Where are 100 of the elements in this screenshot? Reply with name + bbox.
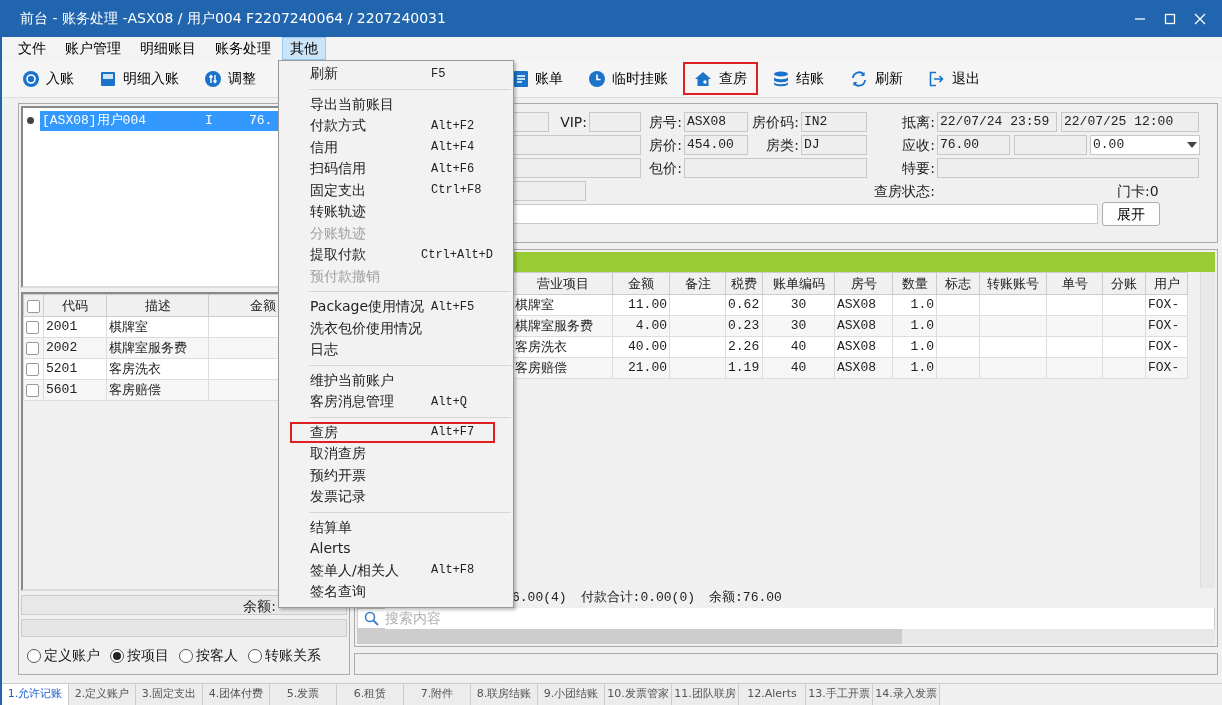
radio-button[interactable] xyxy=(248,648,262,663)
tab[interactable]: 2.定义账户 xyxy=(69,684,136,705)
column-header: 账单编码 xyxy=(762,272,835,295)
menu-item[interactable]: 扫码信用 Alt+F6 xyxy=(290,158,495,180)
field-label: 房价: xyxy=(648,135,683,155)
expand-button[interactable]: 展开 xyxy=(1102,202,1160,226)
column-header: 转账账号 xyxy=(979,272,1047,295)
input-field[interactable]: ASX08 xyxy=(684,112,748,132)
field-label: VIP: xyxy=(559,112,588,132)
tab[interactable]: 7.附件 xyxy=(404,684,471,705)
input-field[interactable]: 76.00 xyxy=(937,135,1010,155)
menu-item[interactable]: 转账轨迹 xyxy=(290,201,495,223)
tab[interactable]: 3.固定支出 xyxy=(136,684,203,705)
menu-item[interactable]: 日志 xyxy=(290,339,495,361)
input-field[interactable]: 454.00 xyxy=(684,135,748,155)
field-label: 抵离: xyxy=(901,112,936,132)
radio-label[interactable]: 按项目 xyxy=(127,645,169,666)
column-header: 描述 xyxy=(106,294,209,317)
tab[interactable]: 1.允许记账 xyxy=(2,684,69,705)
menu-item[interactable]: 明细账目 xyxy=(132,37,204,60)
document-icon xyxy=(514,70,528,87)
tab[interactable]: 4.团体付费 xyxy=(203,684,270,705)
dropdown[interactable]: 0.00 xyxy=(1090,135,1200,155)
menu-item[interactable]: 维护当前账户 xyxy=(290,369,495,391)
field-label: 特要: xyxy=(901,158,936,178)
tab[interactable]: 8.联房结账 xyxy=(471,684,538,705)
checkbox[interactable] xyxy=(27,299,40,313)
toolbar-button[interactable]: 临时挂账 xyxy=(578,62,679,95)
tab[interactable]: 6.租赁 xyxy=(337,684,404,705)
tab[interactable]: 13.手工开票 xyxy=(806,684,873,705)
window-title: 前台 - 账务处理 -ASX08 / 用户004 F2207240064 / 2207240031 xyxy=(20,9,446,28)
radio-label[interactable]: 转账关系 xyxy=(265,645,321,666)
column-header: 分账 xyxy=(1102,272,1146,295)
column-header: 金额 xyxy=(612,272,670,295)
menu-item[interactable]: Alerts xyxy=(290,538,495,560)
toolbar-button[interactable]: 刷新 xyxy=(839,62,914,95)
bullet-icon xyxy=(27,117,34,125)
summary-text: 6.00(4) xyxy=(512,589,567,608)
checkbox[interactable] xyxy=(26,342,39,356)
input-field[interactable] xyxy=(937,158,1199,178)
toolbar-button[interactable]: 退出 xyxy=(918,62,991,95)
toolbar-button[interactable]: 明细入账 xyxy=(89,62,190,95)
input-field[interactable]: 22/07/24 23:59 xyxy=(937,112,1057,132)
toolbar-button[interactable]: 调整 xyxy=(194,62,267,95)
tab[interactable]: 14.录入发票 xyxy=(873,684,940,705)
checkbox[interactable] xyxy=(26,384,39,398)
column-header: 单号 xyxy=(1046,272,1103,295)
clock-icon xyxy=(589,70,605,87)
menu-item[interactable]: 文件 xyxy=(10,37,54,60)
menu-item[interactable]: 查房 Alt+F7 xyxy=(290,421,495,443)
checkbox[interactable] xyxy=(26,363,39,377)
tab[interactable]: 11.团队联房 xyxy=(672,684,739,705)
search-field[interactable]: 搜索内容 xyxy=(357,608,1215,629)
menu-item[interactable]: 刷新 F5 xyxy=(290,63,495,85)
summary-text: 余额:76.00 xyxy=(709,589,782,608)
radio-button[interactable] xyxy=(110,648,124,663)
input-field[interactable]: 22/07/25 12:00 xyxy=(1061,112,1199,132)
toolbar-button[interactable]: 查房 xyxy=(683,62,758,95)
menu-item[interactable]: 结算单 xyxy=(290,516,495,538)
radio-button[interactable] xyxy=(179,648,193,663)
radio-label[interactable]: 按客人 xyxy=(196,645,238,666)
radio-button[interactable] xyxy=(27,648,41,663)
menu-item[interactable]: 签单人/相关人 Alt+F8 xyxy=(290,559,495,581)
close-icon xyxy=(1194,12,1206,25)
menu-item[interactable]: 取消查房 xyxy=(290,443,495,465)
door-card-label: 门卡:0 xyxy=(1117,181,1160,201)
input-field[interactable] xyxy=(1014,135,1087,155)
menu-item[interactable]: 账务处理 xyxy=(207,37,279,60)
menu-item[interactable]: 提取付款 Ctrl+Alt+D xyxy=(290,244,495,266)
menu-item[interactable]: 签名查询 xyxy=(290,581,495,603)
toolbar-button[interactable]: 结账 xyxy=(762,62,835,95)
tab[interactable]: 9.小团结账 xyxy=(538,684,605,705)
menu-item[interactable]: 其他 xyxy=(282,37,326,60)
field-label: 包价: xyxy=(648,158,683,178)
menu-item[interactable]: 发票记录 xyxy=(290,486,495,508)
input-field[interactable] xyxy=(589,112,641,132)
menu-item[interactable]: Package使用情况 Alt+F5 xyxy=(290,296,495,318)
tab[interactable]: 5.发票 xyxy=(270,684,337,705)
scrollbar[interactable] xyxy=(1200,272,1215,588)
tab[interactable]: 12.Alerts xyxy=(739,684,806,705)
menu-item[interactable]: 洗衣包价使用情况 xyxy=(290,317,495,339)
menu-item[interactable]: 客房消息管理 Alt+Q xyxy=(290,391,495,413)
radio-label[interactable]: 定义账户 xyxy=(44,645,100,666)
refresh-icon xyxy=(850,70,868,87)
tab[interactable]: 10.发票管家 xyxy=(605,684,672,705)
maximize-icon xyxy=(1164,12,1176,25)
toolbar-button[interactable]: 入账 xyxy=(12,62,85,95)
input-field[interactable] xyxy=(684,158,867,178)
input-field[interactable]: DJ xyxy=(801,135,867,155)
coin-icon xyxy=(23,70,39,87)
input-field[interactable]: IN2 xyxy=(801,112,867,132)
menu-item[interactable]: 预约开票 xyxy=(290,464,495,486)
scrollbar[interactable] xyxy=(357,629,1215,644)
menu-item[interactable]: 信用 Alt+F4 xyxy=(290,136,495,158)
house-icon xyxy=(694,70,712,87)
menu-item[interactable]: 固定支出 Ctrl+F8 xyxy=(290,179,495,201)
checkbox[interactable] xyxy=(26,321,39,335)
menu-item[interactable]: 账户管理 xyxy=(57,37,129,60)
column-header: 数量 xyxy=(892,272,937,295)
exit-icon xyxy=(929,70,945,87)
